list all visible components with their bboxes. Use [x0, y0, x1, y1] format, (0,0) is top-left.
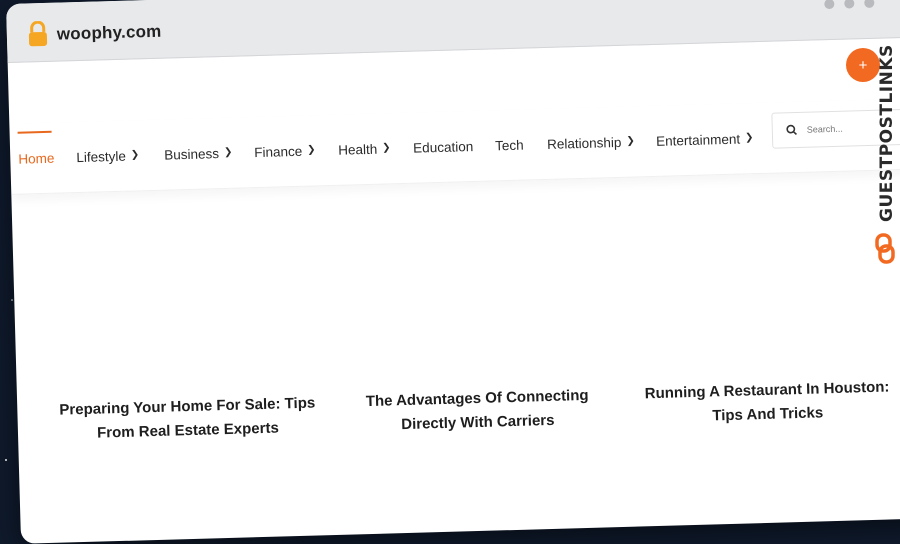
nav-item-label: Education — [412, 139, 474, 156]
post-title-1[interactable]: Preparing Your Home For Sale: Tips From … — [57, 391, 318, 446]
chevron-down-icon: ❯ — [307, 144, 316, 156]
active-underline — [17, 130, 52, 134]
nav-item-label: Entertainment — [655, 131, 741, 149]
brand-text: GUESTPOSTLINKS — [877, 44, 897, 222]
guestpostlinks-logo: GUESTPOSTLINKS — [875, 44, 897, 264]
window-dot-2[interactable] — [844, 0, 855, 9]
nav-item-business[interactable]: Business ❯ — [164, 146, 233, 163]
window-dot-1[interactable] — [824, 0, 835, 10]
search-icon[interactable] — [785, 123, 799, 137]
nav-item-label: Business — [164, 146, 220, 163]
nav-item-label: Finance — [254, 143, 303, 161]
nav-item-home[interactable]: Home — [17, 130, 55, 167]
nav-item-finance[interactable]: Finance ❯ — [254, 143, 316, 160]
nav-item-health[interactable]: Health ❯ — [338, 141, 391, 158]
nav-item-label: Tech — [494, 137, 524, 154]
nav-item-relationship[interactable]: Relationship ❯ — [547, 135, 635, 152]
chevron-down-icon: ❯ — [744, 132, 754, 144]
post-title-2[interactable]: The Advantages Of Connecting Directly Wi… — [347, 383, 608, 438]
nav-item-label: Health — [338, 141, 378, 158]
plus-icon: + — [858, 56, 868, 74]
browser-window: woophy.com Home Lifestyle ❯ Business ❯ F… — [6, 0, 900, 544]
post-title-3[interactable]: Running A Restaurant In Houston: Tips An… — [637, 375, 898, 430]
browser-address-bar: woophy.com — [6, 0, 900, 63]
window-controls — [824, 0, 875, 10]
chevron-down-icon: ❯ — [130, 149, 140, 161]
chevron-down-icon: ❯ — [223, 146, 233, 158]
url-text[interactable]: woophy.com — [57, 22, 162, 45]
chevron-down-icon: ❯ — [626, 135, 635, 147]
main-navigation: Home Lifestyle ❯ Business ❯ Finance ❯ He… — [9, 98, 900, 195]
lock-icon — [28, 20, 48, 47]
nav-item-lifestyle[interactable]: Lifestyle ❯ — [76, 148, 139, 165]
link-logo-icon — [875, 233, 895, 264]
window-dot-3[interactable] — [864, 0, 875, 9]
nav-item-education[interactable]: Education — [413, 139, 473, 156]
nav-item-tech[interactable]: Tech — [495, 138, 524, 154]
nav-item-label: Home — [18, 150, 55, 167]
nav-item-label: Lifestyle — [76, 148, 127, 166]
nav-item-entertainment[interactable]: Entertainment ❯ — [656, 131, 754, 149]
nav-item-label: Relationship — [546, 134, 622, 152]
chevron-down-icon: ❯ — [382, 142, 391, 154]
